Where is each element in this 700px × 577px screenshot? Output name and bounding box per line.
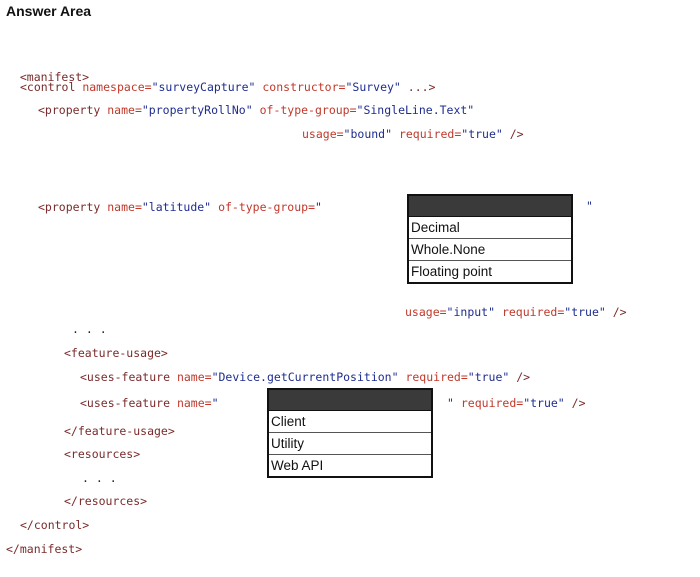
property1-required-value: "true" (461, 127, 503, 141)
uses-feature1-close: /> (509, 370, 531, 384)
code-feature-usage-close: </feature-usage> (64, 424, 175, 438)
property1-open-tag: <property (38, 103, 101, 117)
uses-feature1-required-attr: required= (405, 370, 468, 384)
uses-feature2-required-attr: required= (460, 396, 524, 410)
feature-name-dropdown[interactable]: Client Utility Web API (267, 388, 433, 478)
control-namespace-value: "surveyCapture" (151, 80, 256, 94)
uses-feature2-open-tag: <uses-feature (80, 396, 171, 410)
uses-feature1-required-value: "true" (467, 370, 510, 384)
answer-area-title: Answer Area (6, 3, 92, 19)
uses-feature2-end-quote: " (447, 396, 454, 410)
code-uses-feature2: <uses-feature name=" (80, 396, 219, 410)
code-property2-line1: <property name="latitude" of-type-group=… (38, 200, 322, 214)
code-control-open: <control namespace="surveyCapture" const… (20, 80, 435, 94)
type-group-dropdown[interactable]: Decimal Whole.None Floating point (407, 194, 573, 284)
feature-option-utility[interactable]: Utility (269, 433, 431, 455)
code-property1-line2: usage="bound" required="true" /> (302, 127, 524, 141)
uses-feature1-open-tag: <uses-feature (80, 370, 171, 384)
property1-name-attr: name= (107, 103, 142, 117)
property1-type-value: "SingleLine.Text" (356, 103, 475, 117)
feature-option-client[interactable]: Client (269, 411, 431, 433)
property2-open-tag: <property (38, 200, 101, 214)
type-group-dropdown-header[interactable] (409, 196, 571, 217)
type-option-floating-point[interactable]: Floating point (409, 261, 571, 282)
uses-feature1-name-attr: name= (176, 370, 212, 384)
property2-usage-value: "input" (446, 305, 496, 319)
property2-name-attr: name= (107, 200, 142, 214)
control-tail: ...> (400, 80, 436, 94)
type-option-decimal[interactable]: Decimal (409, 217, 571, 239)
property1-usage-attr: usage= (302, 127, 344, 141)
control-namespace-attr: namespace= (82, 80, 152, 94)
property2-usage-attr: usage= (405, 305, 447, 319)
property1-name-value: "propertyRollNo" (141, 103, 253, 117)
ellipsis-2: . . . (82, 471, 117, 485)
property2-required-value: "true" (564, 305, 606, 319)
uses-feature2-close: /> (564, 396, 586, 410)
code-property1-line1: <property name="propertyRollNo" of-type-… (38, 103, 474, 117)
property2-type-attr: of-type-group= (218, 200, 315, 214)
property2-close: /> (605, 305, 627, 319)
manifest-close-tag: </manifest> (6, 542, 83, 556)
property2-type-quote: " (315, 200, 322, 214)
control-constructor-value: "Survey" (345, 80, 401, 94)
code-property2-line2: usage="input" required="true" /> (405, 305, 627, 319)
code-resources-open: <resources> (64, 447, 140, 461)
property2-end-quote: " (586, 199, 593, 213)
code-uses-feature1: <uses-feature name="Device.getCurrentPos… (80, 370, 530, 384)
property2-required-attr: required= (501, 305, 565, 319)
uses-feature2-name-quote: " (211, 396, 219, 410)
code-resources-close: </resources> (64, 494, 147, 508)
type-option-whole-none[interactable]: Whole.None (409, 239, 571, 261)
property1-close: /> (502, 127, 524, 141)
uses-feature1-name-value: "Device.getCurrentPosition" (211, 370, 399, 384)
feature-usage-close-tag: </feature-usage> (64, 424, 175, 438)
code-uses-feature2-tail: " required="true" /> (447, 396, 586, 410)
property1-type-attr: of-type-group= (259, 103, 357, 117)
code-manifest-close: </manifest> (6, 542, 82, 556)
ellipsis-1: . . . (72, 322, 107, 336)
control-close-tag: </control> (20, 518, 90, 532)
resources-close-tag: </resources> (64, 494, 148, 508)
property1-required-attr: required= (398, 127, 462, 141)
resources-open-tag: <resources> (64, 447, 141, 461)
code-feature-usage-open: <feature-usage> (64, 346, 168, 360)
feature-option-web-api[interactable]: Web API (269, 455, 431, 476)
control-constructor-attr: constructor= (262, 80, 346, 94)
feature-usage-open-tag: <feature-usage> (64, 346, 168, 360)
feature-name-dropdown-header[interactable] (269, 390, 431, 411)
control-open-tag: <control (20, 80, 76, 94)
uses-feature2-name-attr: name= (176, 396, 212, 410)
code-control-close: </control> (20, 518, 89, 532)
uses-feature2-required-value: "true" (523, 396, 565, 410)
property2-name-value: "latitude" (141, 200, 212, 214)
property1-usage-value: "bound" (343, 127, 393, 141)
